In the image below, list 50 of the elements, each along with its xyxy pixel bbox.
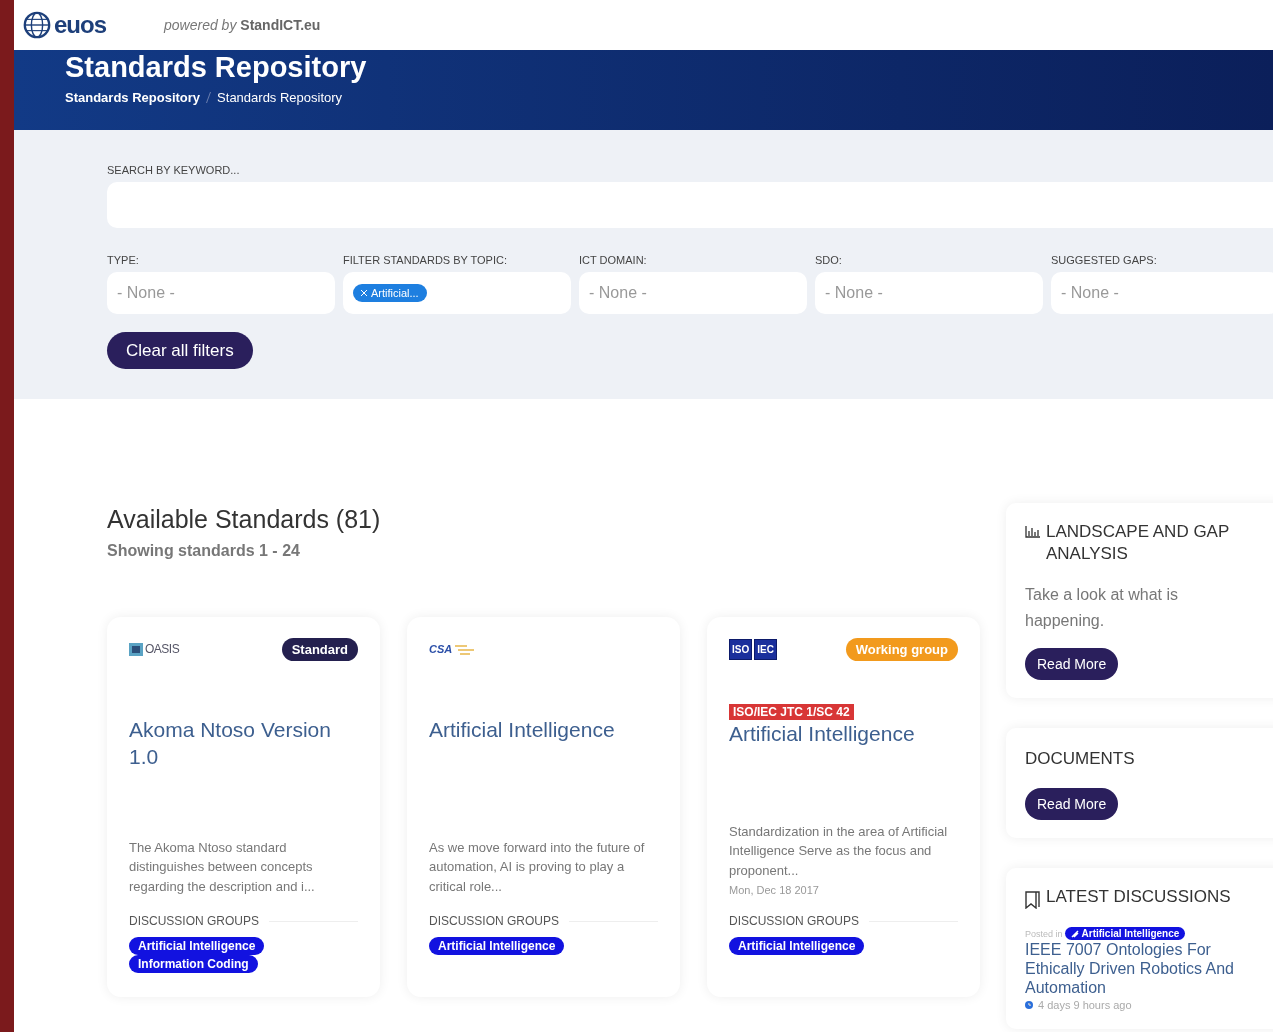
- group-tag[interactable]: Artificial Intelligence: [729, 937, 865, 955]
- powered-by-text: powered by StandICT.eu: [164, 17, 321, 33]
- standard-card[interactable]: CSA Artificial Intelligence As we move forward into the future of automation, AI is proving to play a critical role... DISCUSSION GROUPS Artificial Intelligence: [407, 617, 680, 997]
- clear-filters-button[interactable]: Clear all filters: [107, 332, 253, 369]
- clock-icon: [1025, 1001, 1033, 1009]
- site-logo[interactable]: euos: [22, 10, 106, 40]
- topic-chip[interactable]: Artificial...: [353, 284, 427, 302]
- committee-tag: ISO/IEC JTC 1/SC 42: [729, 704, 854, 720]
- standard-title[interactable]: Artificial Intelligence: [429, 716, 658, 743]
- breadcrumb-link[interactable]: Standards Repository: [65, 90, 201, 105]
- card-title: LANDSCAPE AND GAP ANALYSIS: [1046, 521, 1230, 565]
- standard-title[interactable]: Artificial Intelligence: [729, 720, 958, 747]
- field-label: FILTER STANDARDS BY TOPIC:: [343, 254, 509, 266]
- section-label: DISCUSSION GROUPS: [129, 914, 260, 928]
- organization-logo: CSA: [429, 643, 477, 655]
- bookmark-icon: [1025, 891, 1040, 909]
- card-text: Take a look at what is happening.: [1025, 585, 1179, 631]
- results-count: Showing standards 1 - 24: [107, 542, 301, 560]
- read-more-button[interactable]: Read More: [1025, 788, 1119, 820]
- select-field[interactable]: Artificial...: [343, 272, 571, 314]
- results-title: Available Standards (81): [107, 505, 382, 534]
- organization-logo: OASIS: [129, 642, 180, 656]
- discussion-link[interactable]: IEEE 7007 Ontologies For Ethically Driven Robotics And Automation: [1025, 940, 1255, 997]
- section-label: DISCUSSION GROUPS: [429, 914, 560, 928]
- standard-title[interactable]: Akoma Ntoso Version 1.0: [129, 716, 358, 770]
- field-label: ICT DOMAIN:: [579, 254, 648, 266]
- organization-logo: ISO IEC: [729, 638, 777, 660]
- time-text: 4 days 9 hours ago: [1038, 999, 1132, 1011]
- card-title: LATEST DISCUSSIONS: [1046, 886, 1231, 908]
- field-label: SUGGESTED GAPS:: [1051, 254, 1158, 266]
- group-tag[interactable]: Information Coding: [129, 955, 258, 973]
- standard-description: The Akoma Ntoso standard distinguishes between concepts regarding the description and i...: [129, 838, 316, 896]
- field-label: TYPE:: [107, 254, 140, 266]
- type-badge: Standard: [281, 637, 358, 661]
- section-label: DISCUSSION GROUPS: [729, 914, 860, 928]
- topic-tag[interactable]: Artificial Intelligence: [1064, 927, 1186, 940]
- type-badge: Working group: [845, 637, 958, 661]
- group-tag[interactable]: Artificial Intelligence: [129, 937, 265, 955]
- standard-card[interactable]: OASIS Standard Akoma Ntoso Version 1.0 The Akoma Ntoso standard distinguishes between concepts regarding the description and i... DISCUSSION GROUPS Artificial Intelligence Information Coding: [107, 617, 380, 997]
- posted-in-label: Posted in: [1025, 928, 1063, 939]
- page-title: Standards Repository: [65, 50, 368, 84]
- read-more-button[interactable]: Read More: [1025, 648, 1119, 680]
- date-text: Mon, Dec 18 2017: [729, 884, 820, 896]
- field-label: SDO:: [815, 254, 843, 266]
- group-tag[interactable]: Artificial Intelligence: [429, 937, 565, 955]
- field-label: SEARCH BY KEYWORD...: [107, 164, 241, 176]
- card-title: DOCUMENTS: [1025, 748, 1136, 770]
- standard-description: As we move forward into the future of automation, AI is proving to play a critical role...: [429, 838, 646, 896]
- standard-description: Standardization in the area of Artificial Intelligence Serve as the focus and proponent...: [729, 822, 949, 880]
- bar-chart-icon: [1025, 526, 1040, 538]
